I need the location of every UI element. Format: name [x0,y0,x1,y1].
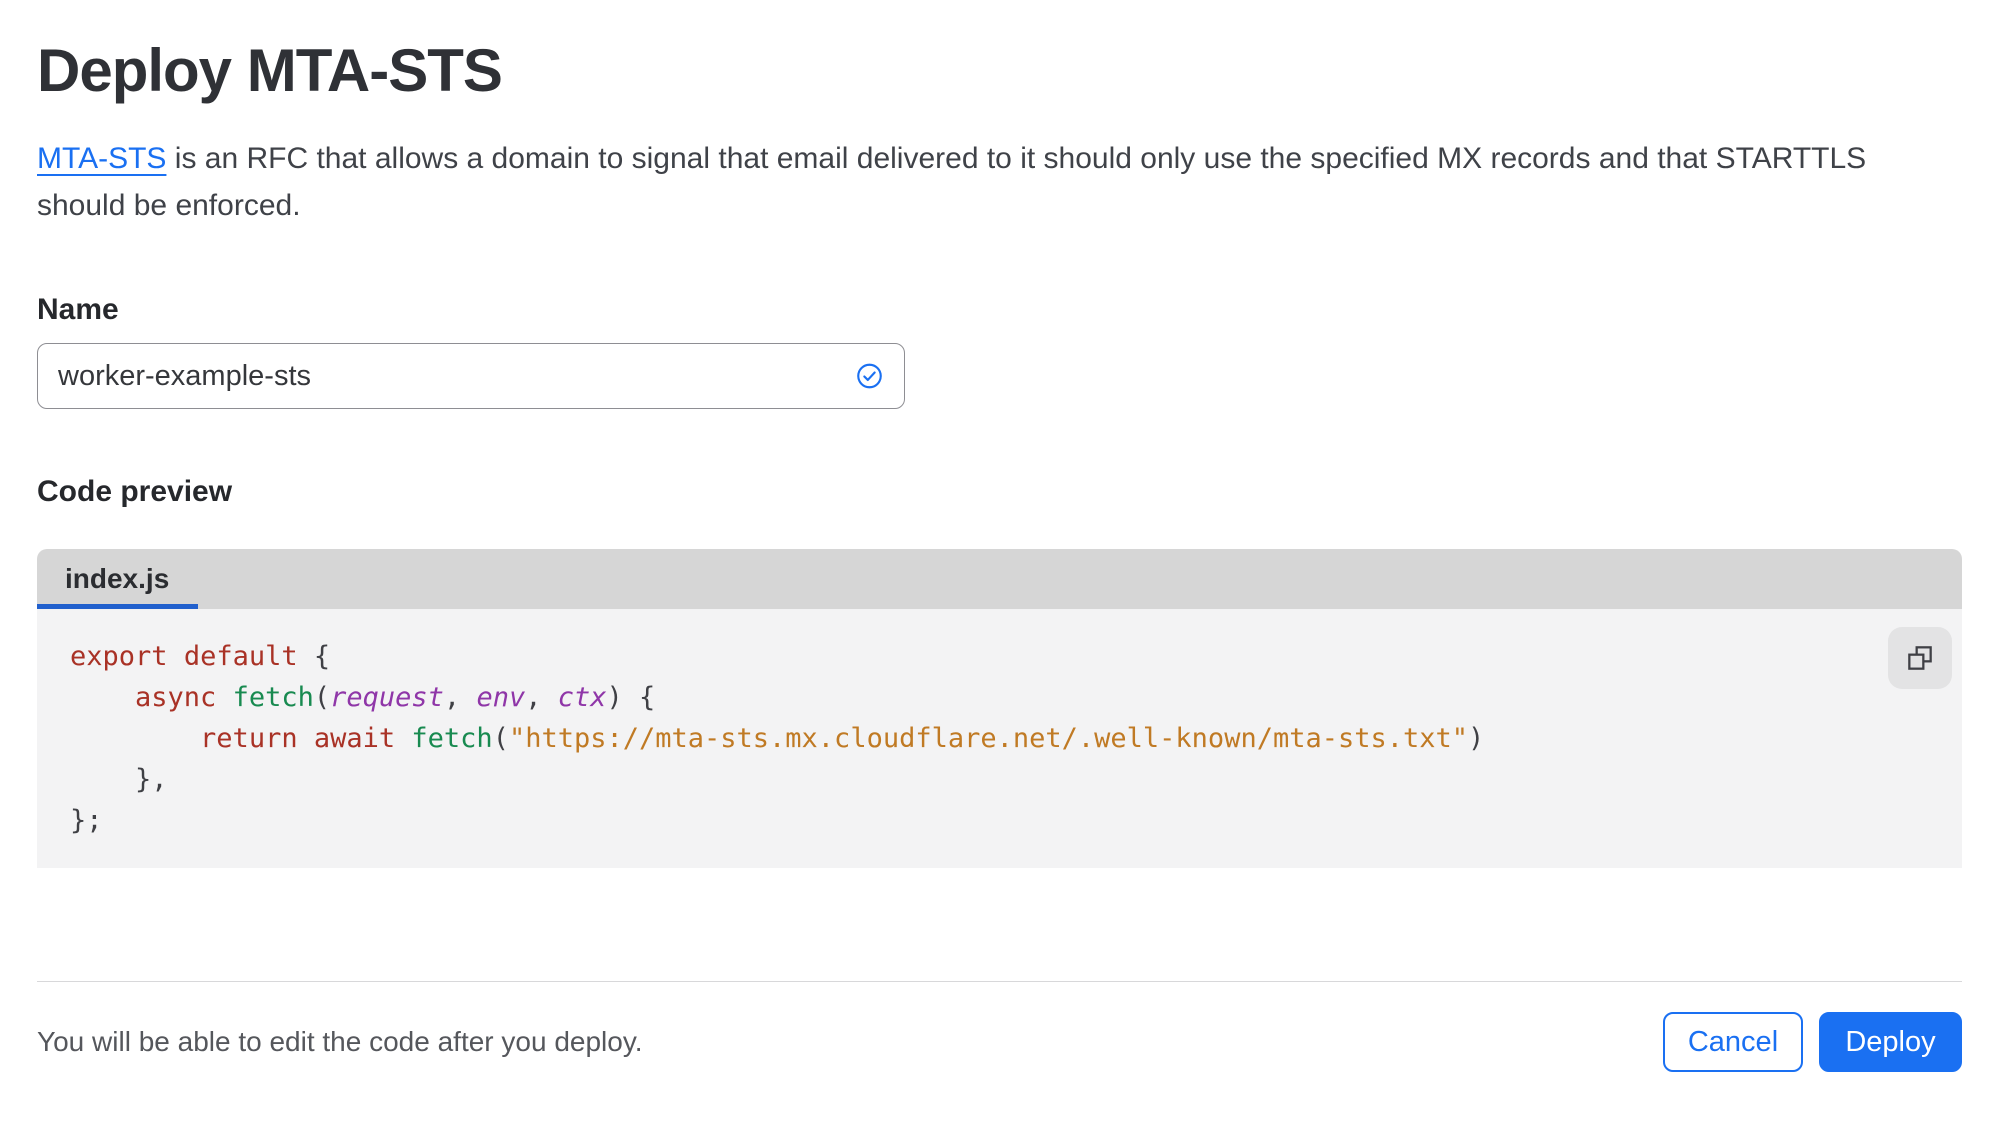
code-preview-label: Code preview [37,475,233,508]
footer: You will be able to edit the code after … [37,1012,1962,1072]
page-title: Deploy MTA-STS [37,37,503,104]
tab-index-js[interactable]: index.js [37,549,198,609]
tab-label: index.js [65,563,170,594]
cancel-button[interactable]: Cancel [1663,1012,1803,1072]
name-input-wrap [37,343,905,409]
footer-divider [37,981,1962,982]
check-circle-icon [857,363,882,389]
copy-icon [1908,646,1932,670]
footer-note: You will be able to edit the code after … [37,1026,643,1057]
footer-actions: Cancel Deploy [1663,1012,1962,1072]
code-block: export default { async fetch(request, en… [70,641,1485,836]
code-preview-card: index.js export default { async fetch(re… [37,549,1962,868]
code-body: export default { async fetch(request, en… [37,609,1962,868]
copy-button[interactable] [1888,627,1952,689]
description: MTA-STS is an RFC that allows a domain t… [37,135,1959,229]
description-text: is an RFC that allows a domain to signal… [37,142,1867,222]
mta-sts-link[interactable]: MTA-STS [37,142,166,175]
deploy-button[interactable]: Deploy [1819,1012,1962,1072]
code-tabbar: index.js [37,549,1962,609]
deploy-mta-sts-page: Deploy MTA-STS MTA-STS is an RFC that al… [0,0,1999,1138]
name-input[interactable] [37,343,905,409]
name-label: Name [37,293,119,326]
